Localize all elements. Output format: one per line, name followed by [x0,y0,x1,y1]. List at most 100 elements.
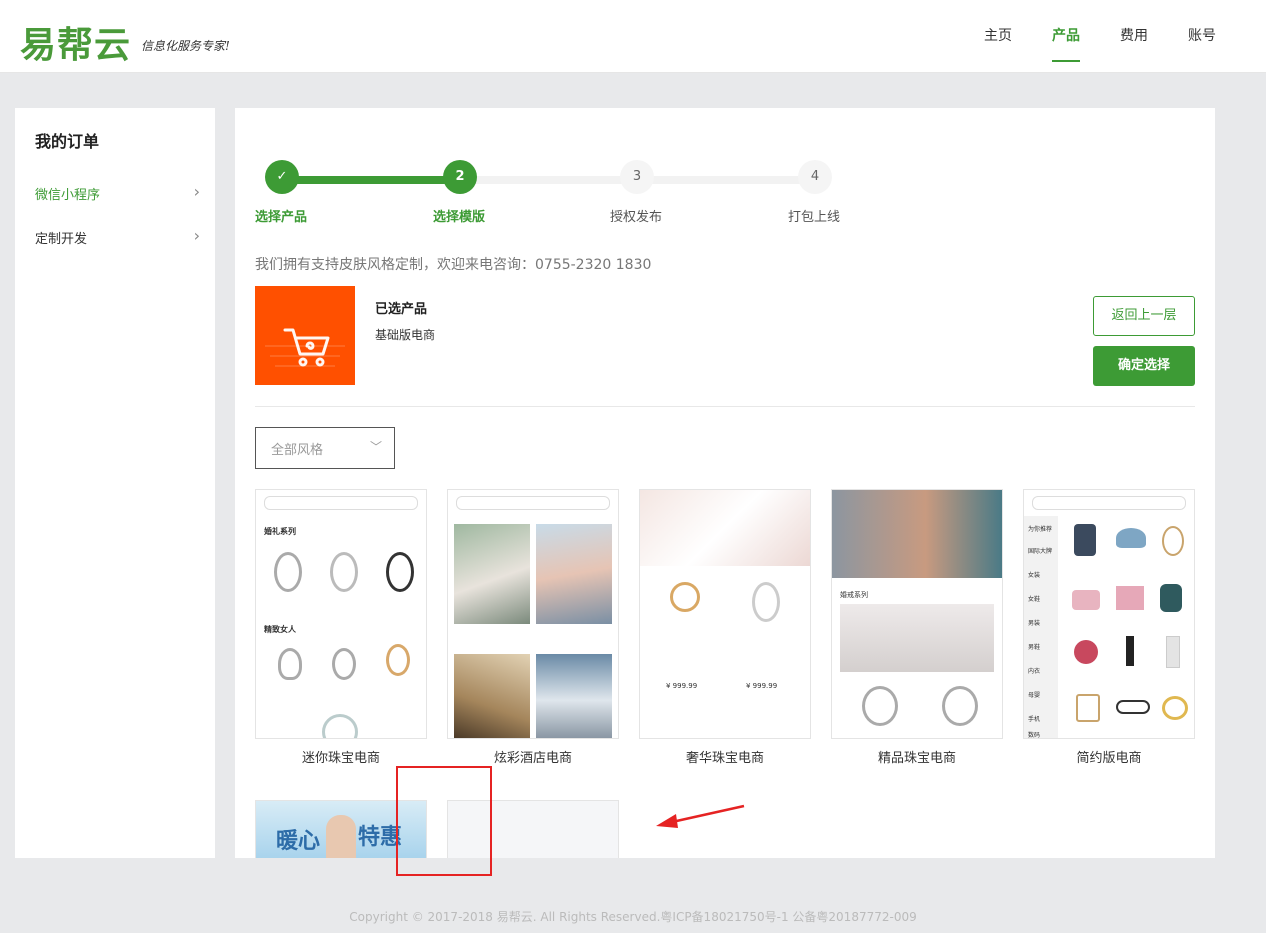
category-label: 女装 [1028,572,1041,579]
select-value: 全部风格 [271,443,324,458]
ring-image [278,648,302,680]
top-strip [0,0,1266,10]
check-icon: ✓ [265,160,299,194]
ring-image [274,552,302,592]
chevron-right-icon: › [193,182,200,201]
model-photo [326,815,356,858]
ring-image [322,714,358,738]
category-label: 男装 [1028,620,1041,627]
nav-fees[interactable]: 费用 [1100,10,1168,72]
wedding-photo [536,654,612,738]
logo-text: 易帮云 [20,25,132,66]
confirm-button[interactable]: 确定选择 [1093,346,1195,386]
lipstick-icon [1126,636,1134,666]
category-label: 手机 [1028,716,1041,723]
chevron-down-icon: ﹀ [369,440,382,454]
wedding-photo [454,654,530,738]
earring-icon [1076,694,1100,722]
ring-image [332,648,356,680]
step-label: 选择产品 [255,210,308,225]
search-icon [456,496,610,510]
sidebar-item-miniprogram[interactable]: 微信小程序 › [35,182,200,203]
sidebar: 我的订单 微信小程序 › 定制开发 › [15,108,215,858]
template-thumbnail: 婚礼系列 精致女人 [255,489,427,739]
progress-steps: ✓ 选择产品 2 选择模版 3 授权发布 4 打包上线 [255,160,855,225]
step-label: 打包上线 [788,210,841,225]
back-button[interactable]: 返回上一层 [1093,296,1195,336]
search-icon [264,496,418,510]
annotation-highlight-box [396,766,492,876]
category-label: 母婴 [1028,692,1041,699]
sidebar-item-label: 微信小程序 [35,188,101,203]
pendant-image [670,582,700,612]
glasses-icon [1116,700,1150,714]
scarf-icon [1074,524,1096,556]
blush-icon [1074,640,1098,664]
category-label: 国际大牌 [1028,548,1053,555]
category-label: 女鞋 [1028,596,1041,603]
mock-heading: 婚礼系列 [264,527,296,536]
selected-product-name: 基础版电商 [375,328,436,342]
wedding-photo [454,524,530,624]
mock-heading: 精致女人 [264,625,296,634]
template-thumbnail: 为你推荐 国际大牌 女装 女鞋 男装 男鞋 内衣 母婴 手机 数码 [1023,489,1195,739]
wedding-photo [536,524,612,624]
ring-icon [1162,696,1188,720]
ring-image [386,552,414,592]
template-card[interactable]: 婚礼系列 精致女人 迷你珠宝电商 [255,489,427,766]
lotion-icon [1166,636,1180,668]
template-name: 炫彩酒店电商 [493,751,572,766]
template-thumbnail: 婚戒系列 [831,489,1003,739]
nav-home[interactable]: 主页 [964,10,1032,72]
template-card[interactable]: 炫彩酒店电商 [447,489,619,766]
backpack-icon [1160,584,1182,612]
mock-heading: 婚戒系列 [840,591,868,599]
header: 易帮云 信息化服务专家! 主页 产品 费用 账号 [0,10,1266,73]
mock-price: ¥ 999.99 [666,682,698,690]
ring-image [942,686,978,726]
template-thumbnail: ¥ 999.99 ¥ 999.99 [639,489,811,739]
template-name: 迷你珠宝电商 [301,751,380,766]
nav-products[interactable]: 产品 [1032,10,1100,72]
box-icon [1116,586,1144,610]
ring-image [386,644,410,676]
divider [255,406,1195,407]
watch-icon [1162,526,1184,556]
template-name: 奢华珠宝电商 [685,751,764,766]
model-photo [832,490,1002,578]
template-card[interactable]: 婚戒系列 精品珠宝电商 [831,489,1003,766]
logo[interactable]: 易帮云 信息化服务专家! [20,20,230,66]
main-nav: 主页 产品 费用 账号 [964,10,1236,72]
template-card[interactable]: 为你推荐 国际大牌 女装 女鞋 男装 男鞋 内衣 母婴 手机 数码 简约版电商 [1023,489,1195,766]
ring-photo [840,604,994,672]
step-label: 授权发布 [610,210,663,225]
ring-image [862,686,898,726]
bag-icon [1072,590,1100,610]
sidebar-item-custom-dev[interactable]: 定制开发 › [35,226,200,247]
style-filter-select[interactable]: 全部风格 ﹀ [255,427,395,469]
progress-fill [285,176,465,184]
step-number: 4 [798,160,832,194]
cart-icon [255,286,355,385]
pendant-image [752,582,780,622]
logo-slogan: 信息化服务专家! [141,38,230,53]
category-label: 为你推荐 [1028,526,1053,533]
sidebar-item-label: 定制开发 [35,232,88,247]
step-number: 3 [620,160,654,194]
selected-product-title: 已选产品 [375,302,428,317]
step-number: 2 [443,160,477,194]
nav-account[interactable]: 账号 [1168,10,1236,72]
step-label: 选择模版 [433,210,486,225]
sidebar-title: 我的订单 [35,132,100,151]
template-thumbnail [447,489,619,739]
banner-text: 暖心 [276,829,321,854]
hat-icon [1116,528,1146,548]
category-label: 内衣 [1028,668,1041,675]
search-icon [1032,496,1186,510]
template-card[interactable]: ¥ 999.99 ¥ 999.99 奢华珠宝电商 [639,489,811,766]
category-label: 数码 [1028,732,1041,739]
main-panel: ✓ 选择产品 2 选择模版 3 授权发布 4 打包上线 我们拥有支持皮肤风格定制… [235,108,1215,858]
template-name: 简约版电商 [1076,751,1142,766]
chevron-right-icon: › [193,226,200,245]
footer-copyright: Copyright © 2017-2018 易帮云. All Rights Re… [349,910,917,924]
